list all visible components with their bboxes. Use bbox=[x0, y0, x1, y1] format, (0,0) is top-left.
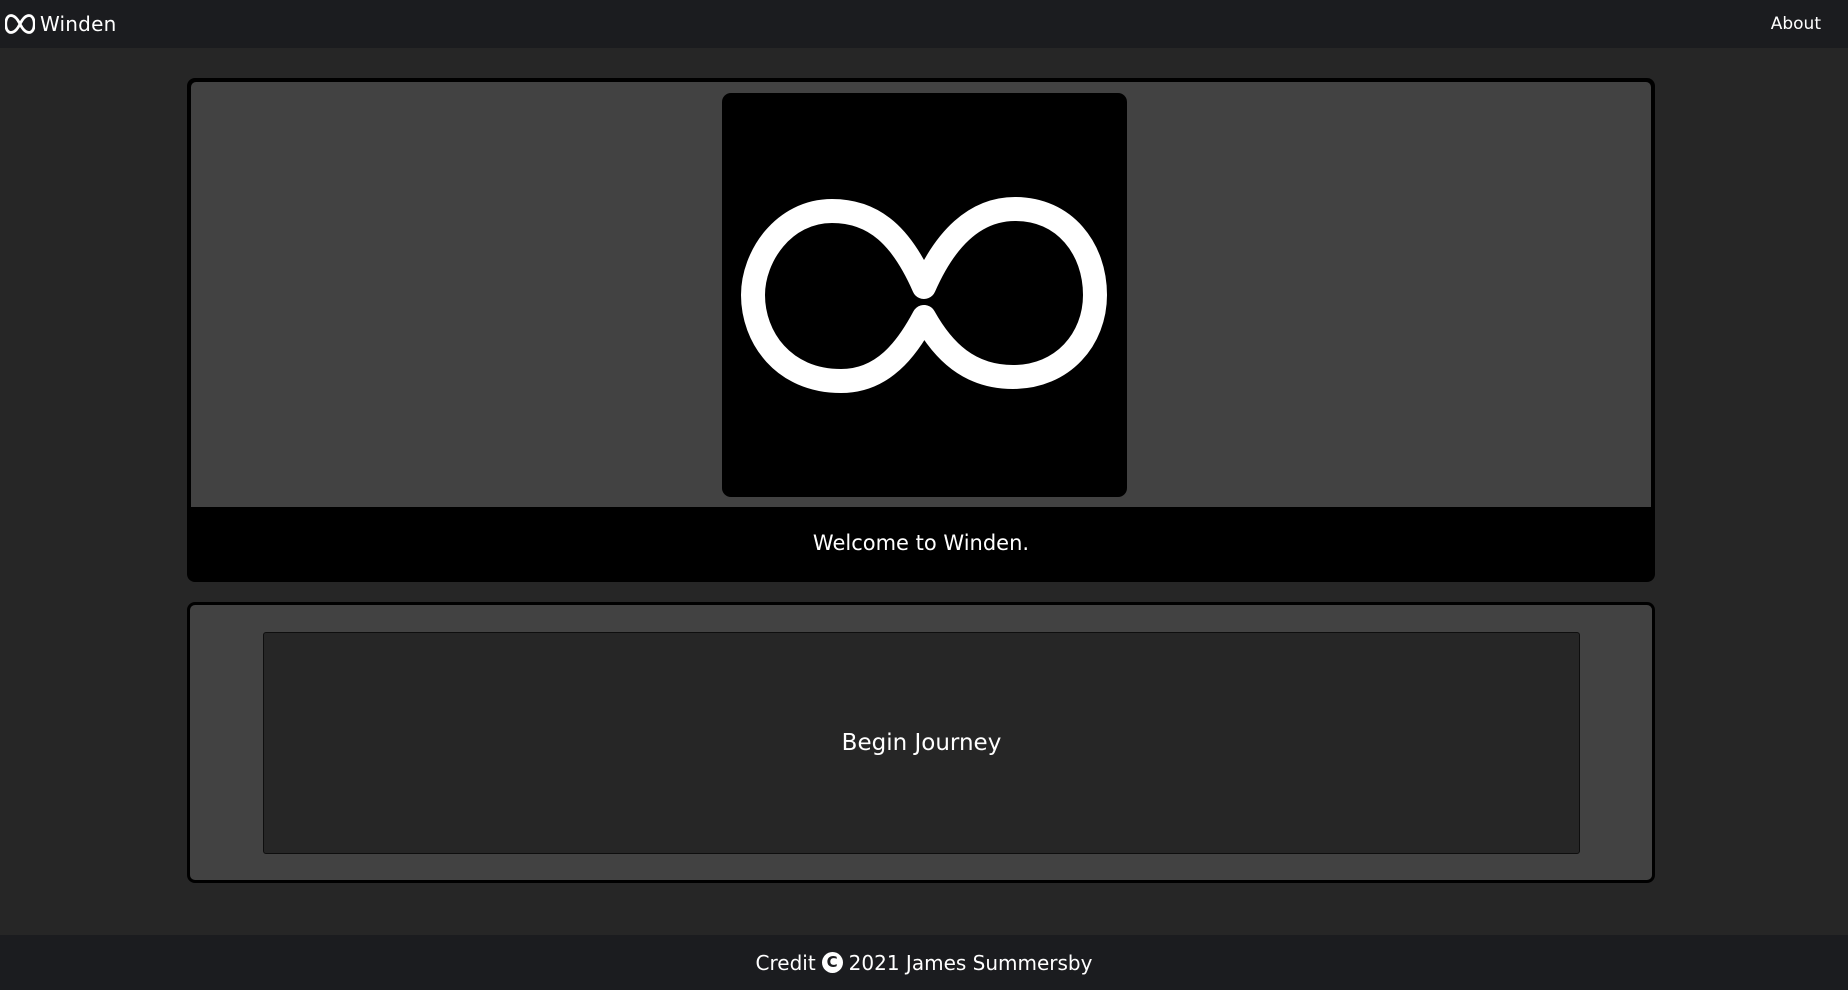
welcome-bar: Welcome to Winden. bbox=[191, 507, 1651, 578]
infinity-icon bbox=[4, 14, 36, 34]
action-card: Begin Journey bbox=[187, 602, 1655, 883]
brand-link[interactable]: Winden bbox=[4, 12, 117, 36]
welcome-card: Welcome to Winden. bbox=[187, 78, 1655, 582]
page-footer: Credit C 2021 James Summersby bbox=[0, 935, 1848, 990]
copyright-text: 2021 James Summersby bbox=[848, 950, 1093, 975]
brand-name: Winden bbox=[40, 12, 117, 36]
infinity-icon bbox=[741, 197, 1107, 393]
welcome-card-image-area bbox=[191, 82, 1651, 507]
logo-box bbox=[722, 93, 1127, 497]
begin-journey-label: Begin Journey bbox=[841, 730, 1002, 756]
welcome-text: Welcome to Winden. bbox=[812, 530, 1030, 555]
top-navbar: Winden About bbox=[0, 0, 1848, 48]
credit-label: Credit bbox=[755, 950, 816, 975]
copyright-icon: C bbox=[821, 952, 843, 973]
nav-about-link[interactable]: About bbox=[1771, 14, 1821, 34]
begin-journey-button[interactable]: Begin Journey bbox=[263, 632, 1580, 854]
